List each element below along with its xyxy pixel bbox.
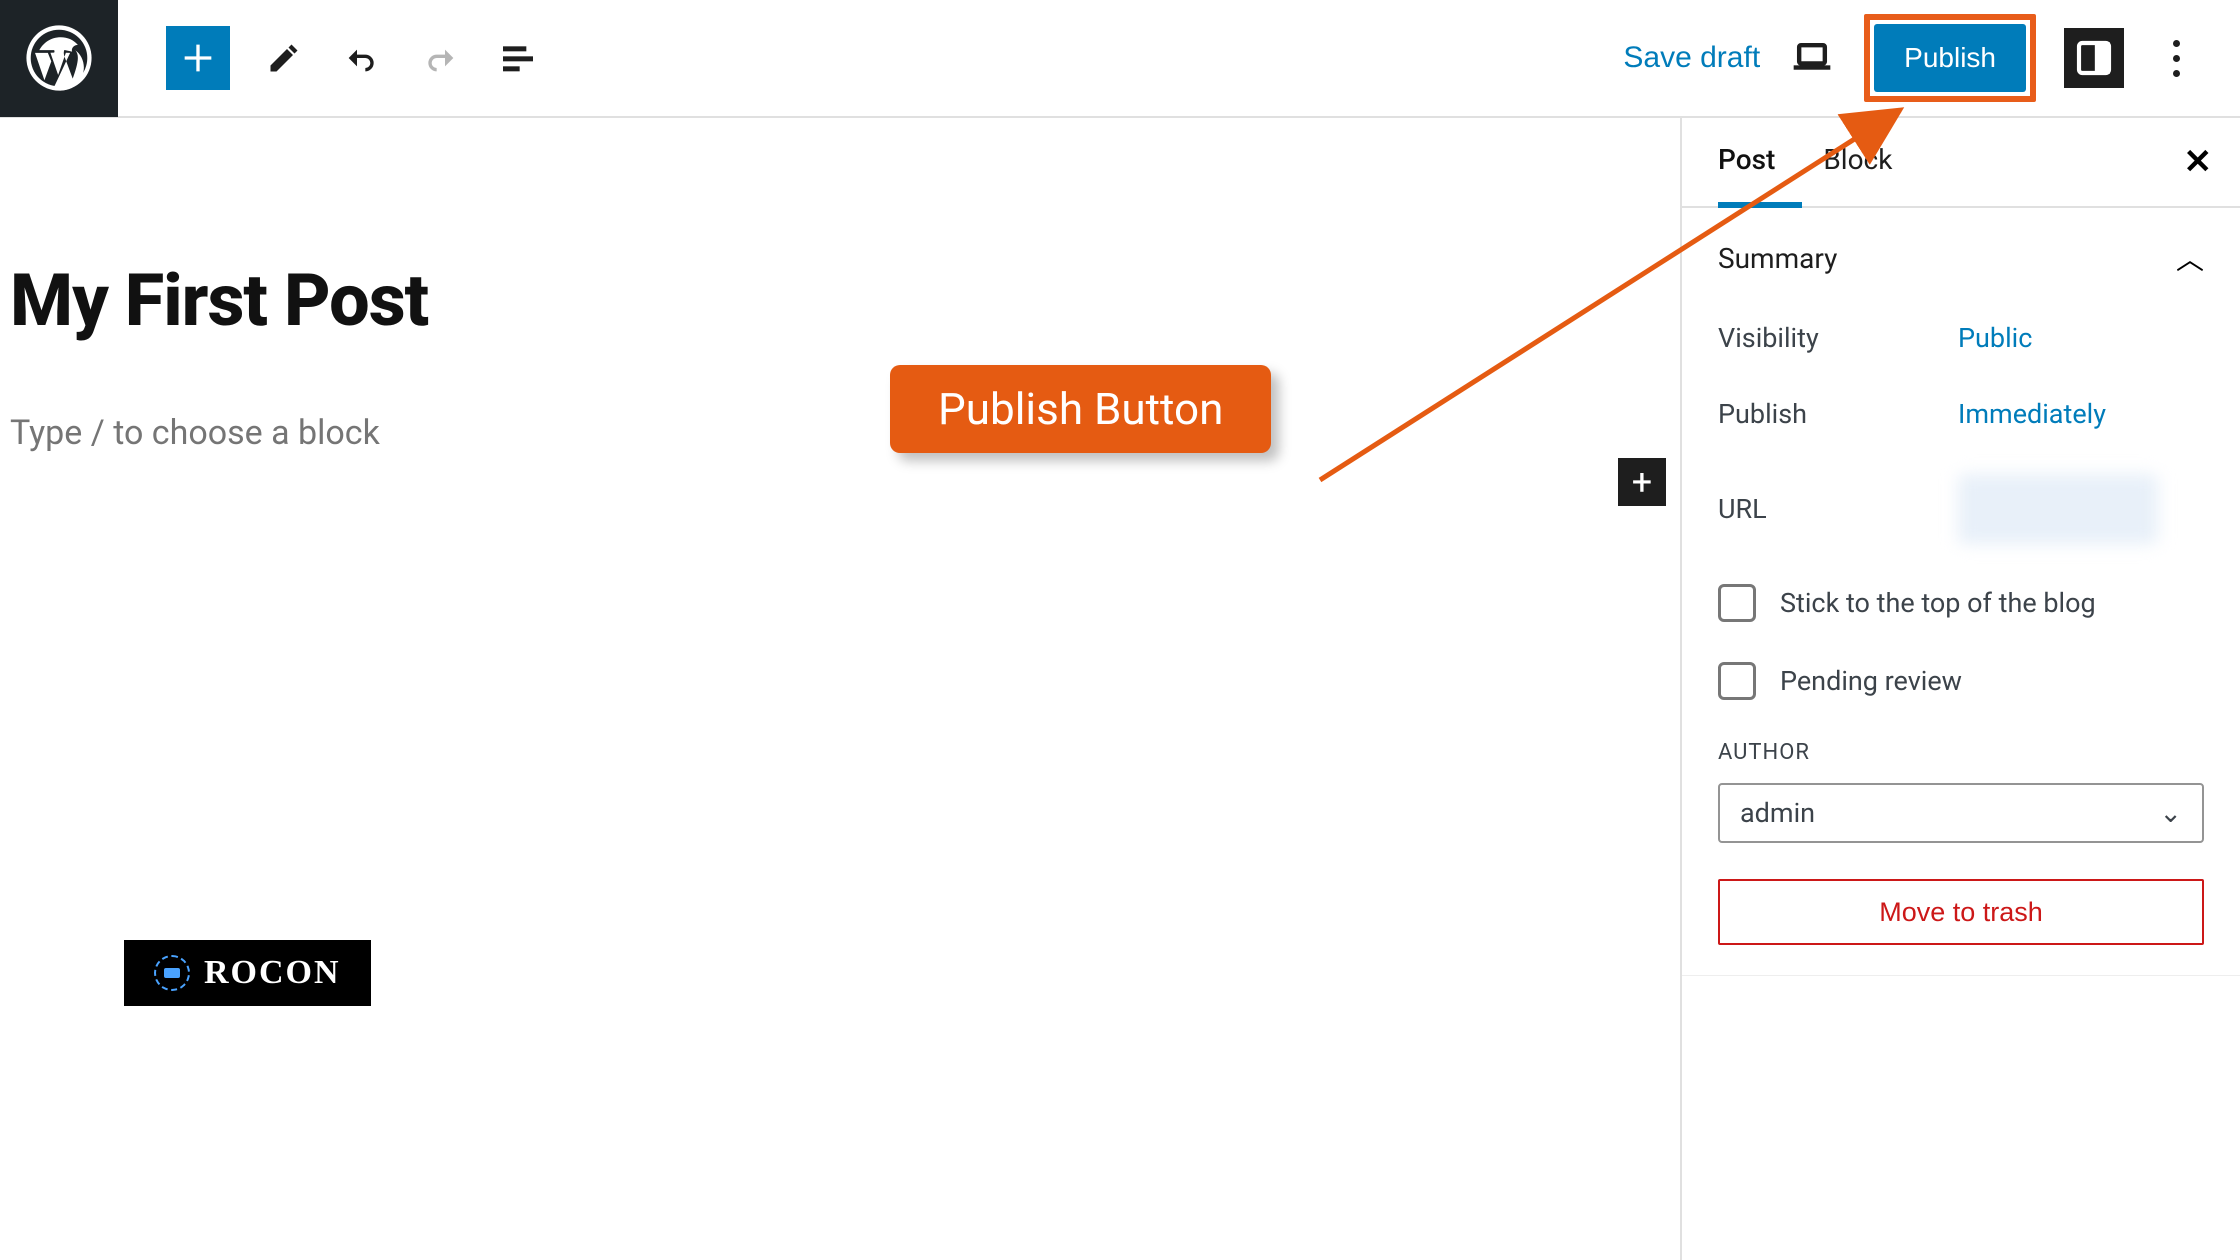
sticky-checkbox-row[interactable]: Stick to the top of the blog [1718, 584, 2204, 622]
rocon-text: ROCON [204, 954, 341, 992]
publish-schedule-label: Publish [1718, 398, 1958, 430]
summary-toggle[interactable]: Summary ︿ [1718, 238, 2204, 278]
visibility-value[interactable]: Public [1958, 322, 2032, 354]
laptop-icon [1790, 36, 1834, 80]
sidebar-icon [2074, 38, 2114, 78]
publish-highlight-box: Publish [1864, 14, 2036, 102]
move-to-trash-button[interactable]: Move to trash [1718, 879, 2204, 945]
summary-heading: Summary [1718, 242, 1837, 275]
rocon-watermark: ROCON [124, 940, 371, 1006]
plus-icon: + [1632, 461, 1652, 503]
pending-checkbox[interactable] [1718, 662, 1756, 700]
undo-button[interactable] [338, 34, 386, 82]
list-view-icon [498, 38, 538, 78]
edit-mode-button[interactable] [260, 34, 308, 82]
add-block-button[interactable] [166, 26, 230, 90]
preview-button[interactable] [1788, 34, 1836, 82]
kebab-icon [2173, 36, 2180, 81]
publish-button[interactable]: Publish [1874, 24, 2026, 92]
plus-icon [178, 38, 218, 78]
author-selected-value: admin [1740, 797, 1815, 829]
settings-sidebar-toggle[interactable] [2064, 28, 2124, 88]
tab-post[interactable]: Post [1718, 143, 1775, 182]
document-overview-button[interactable] [494, 34, 542, 82]
summary-panel: Summary ︿ Visibility Public Publish Imme… [1682, 208, 2240, 976]
chevron-up-icon: ︿ [2176, 238, 2204, 278]
toolbar-right-group: Save draft Publish [1623, 14, 2240, 102]
editor-canvas[interactable]: My First Post Type / to choose a block [0, 118, 1680, 1260]
url-label: URL [1718, 493, 1958, 525]
undo-icon [342, 38, 382, 78]
wordpress-logo[interactable] [0, 0, 118, 117]
rocon-logo-icon [154, 955, 190, 991]
visibility-label: Visibility [1718, 322, 1958, 354]
tab-active-indicator [1718, 202, 1802, 208]
pending-checkbox-row[interactable]: Pending review [1718, 662, 2204, 700]
options-menu-button[interactable] [2152, 34, 2200, 82]
sticky-checkbox-label: Stick to the top of the blog [1780, 587, 2096, 619]
author-heading: AUTHOR [1718, 740, 2204, 765]
toolbar-left-group [118, 26, 542, 90]
pending-checkbox-label: Pending review [1780, 665, 1962, 697]
redo-icon [420, 38, 460, 78]
settings-sidebar: Post Block ✕ Summary ︿ Visibility Public… [1680, 118, 2240, 1260]
wordpress-icon [23, 22, 95, 94]
close-icon: ✕ [2184, 142, 2213, 182]
chevron-down-icon: ⌄ [2159, 797, 2182, 829]
save-draft-button[interactable]: Save draft [1623, 41, 1760, 75]
publish-schedule-value[interactable]: Immediately [1958, 398, 2106, 430]
editor-toolbar: Save draft Publish [0, 0, 2240, 118]
author-select[interactable]: admin ⌄ [1718, 783, 2204, 843]
block-placeholder[interactable]: Type / to choose a block [10, 413, 1680, 453]
annotation-callout: Publish Button [890, 365, 1271, 453]
sidebar-tabs: Post Block ✕ [1682, 118, 2240, 208]
redo-button[interactable] [416, 34, 464, 82]
tab-block[interactable]: Block [1823, 143, 1892, 182]
close-sidebar-button[interactable]: ✕ [2184, 142, 2213, 182]
sticky-checkbox[interactable] [1718, 584, 1756, 622]
inline-add-block-button[interactable]: + [1618, 458, 1666, 506]
pencil-icon [266, 40, 302, 76]
post-title-input[interactable]: My First Post [10, 258, 1680, 343]
url-value-redacted[interactable] [1958, 474, 2158, 544]
